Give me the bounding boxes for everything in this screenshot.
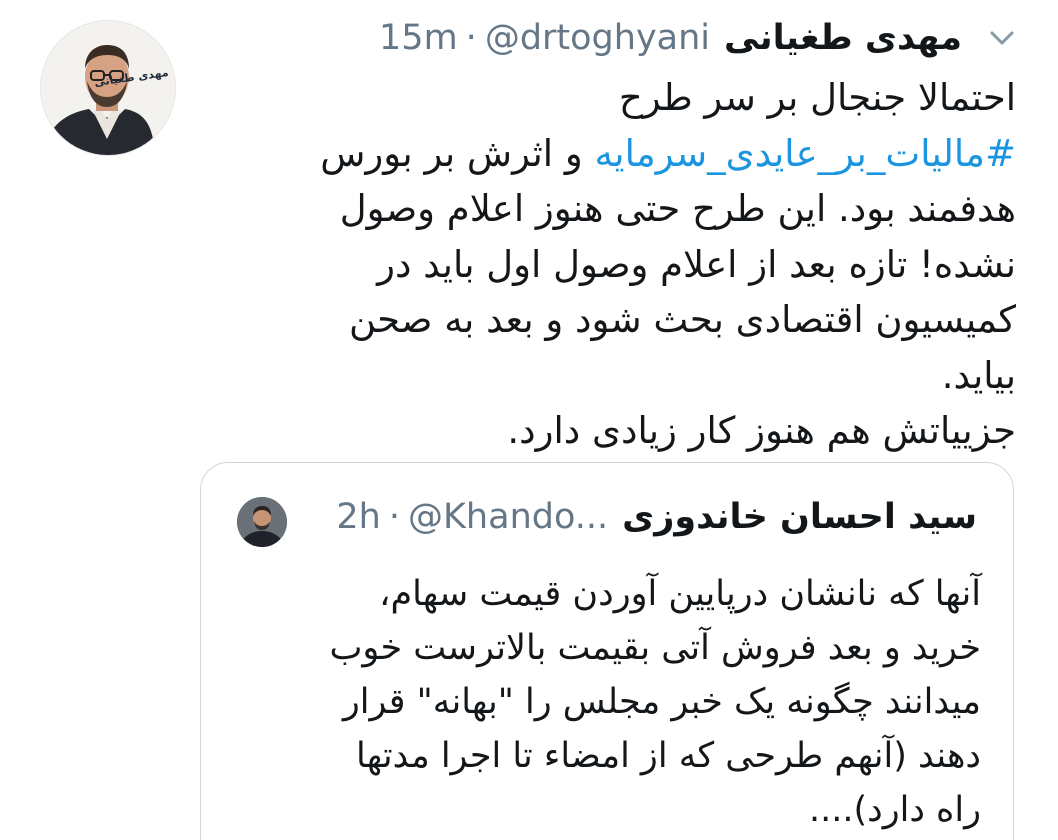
tweet-card[interactable]: مهدی طغیانی 15m · @drtoghyani مهدی طغیان…	[0, 0, 1058, 840]
tweet-text-fragment: و اثرش بر بورس	[320, 131, 595, 175]
quoted-tweet-text: آنها که نانشان درپایین آوردن قیمت سهام، …	[237, 567, 981, 837]
tweet-text: احتمالا جنجال بر سر طرح #مالیات_بر_عایدی…	[200, 70, 1016, 459]
author-photo	[41, 21, 175, 155]
tweet-text-line: هدفمند بود. این طرح حتی هنوز اعلام وصول	[339, 187, 1016, 230]
header-separator: ·	[465, 18, 477, 58]
quoted-text-line: راه دارد)....	[808, 790, 981, 830]
quoted-text-line: میدانند چگونه یک خبر مجلس را "بهانه" قرا…	[342, 682, 981, 722]
author-avatar[interactable]: مهدی طغیانی	[40, 20, 176, 156]
tweet-text-line: احتمالا جنجال بر سر طرح	[618, 76, 1016, 119]
quoted-tweet[interactable]: 2h · @Khando... سید احسان خاندوزی آنها ک…	[200, 462, 1014, 840]
tweet-text-line: بیاید.	[941, 353, 1016, 397]
quoted-timestamp[interactable]: 2h	[336, 497, 380, 537]
tweet-text-line: کمیسیون اقتصادی بحث شود و بعد به صحن	[348, 298, 1016, 341]
tweet-text-line: #مالیات_بر_عایدی_سرمایه و اثرش بر بورس	[200, 126, 1016, 182]
quoted-text-line: آنها که نانشان درپایین آوردن قیمت سهام،	[379, 574, 981, 614]
quoted-text-line: دهند (آنهم طرحی که از امضاء تا اجرا مدته…	[356, 736, 981, 776]
author-handle[interactable]: @drtoghyani	[485, 18, 710, 58]
tweet-text-line: جزییاتش هم هنوز کار زیادی دارد.	[507, 409, 1016, 452]
tweet-text-line: نشده! تازه بعد از اعلام وصول اول باید در	[377, 242, 1016, 286]
tweet-timestamp[interactable]: 15m	[379, 18, 458, 58]
quoted-header-separator: ·	[388, 497, 400, 537]
quoted-tweet-header: 2h · @Khando... سید احسان خاندوزی	[237, 491, 977, 543]
quoted-text-line: خرید و بعد فروش آتی بقیمت بالاترست خوب	[329, 628, 981, 668]
quoted-author-handle[interactable]: @Khando...	[408, 497, 608, 537]
hashtag-link[interactable]: #مالیات_بر_عایدی_سرمایه	[594, 132, 1016, 175]
quoted-author-display-name[interactable]: سید احسان خاندوزی	[622, 497, 977, 537]
tweet-header: 15m · @drtoghyani مهدی طغیانی	[200, 12, 962, 64]
chevron-down-icon[interactable]	[986, 24, 1018, 52]
author-display-name[interactable]: مهدی طغیانی	[724, 18, 962, 58]
